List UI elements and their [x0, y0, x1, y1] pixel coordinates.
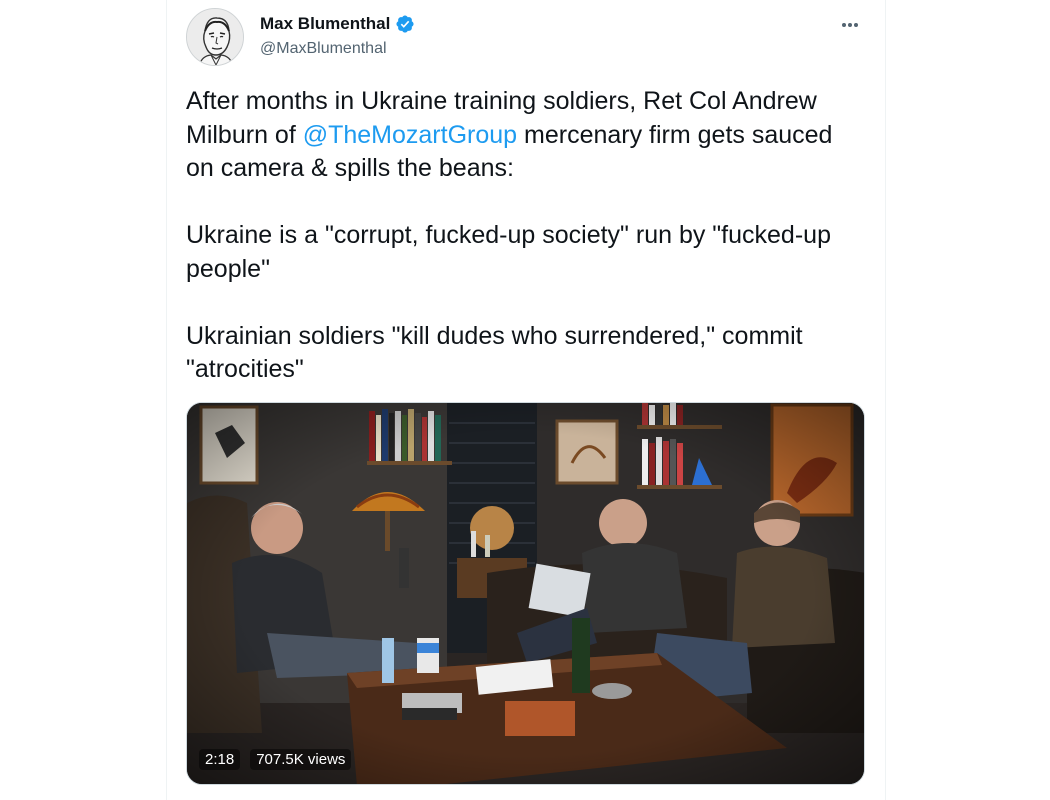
video-duration: 2:18: [199, 749, 241, 770]
tweet-paragraph-2: Ukraine is a "corrupt, fucked-up society…: [186, 221, 831, 283]
more-horizontal-icon: [842, 23, 858, 27]
tweet-paragraph-3: Ukrainian soldiers "kill dudes who surre…: [186, 321, 803, 384]
tweet-card: Max Blumenthal @MaxBlumenthal After mont…: [166, 0, 886, 800]
author-name[interactable]: Max Blumenthal: [260, 14, 390, 34]
author-avatar[interactable]: [186, 8, 244, 66]
video-views: 707.5K views: [250, 749, 352, 770]
tweet-paragraph-1: After months in Ukraine training soldier…: [186, 85, 866, 186]
mention-link[interactable]: @TheMozartGroup: [303, 121, 517, 149]
tweet-text: After months in Ukraine training soldier…: [186, 85, 866, 387]
video-thumbnail-image: [187, 403, 864, 784]
video-meta: 2:18 707.5K views: [199, 749, 352, 770]
author-name-row[interactable]: Max Blumenthal: [260, 14, 415, 34]
author-handle[interactable]: @MaxBlumenthal: [260, 40, 387, 58]
more-options-button[interactable]: [837, 12, 863, 38]
avatar-sketch-icon: [187, 9, 243, 65]
video-player[interactable]: 2:18 707.5K views: [186, 402, 865, 785]
verified-badge-icon: [396, 15, 414, 33]
